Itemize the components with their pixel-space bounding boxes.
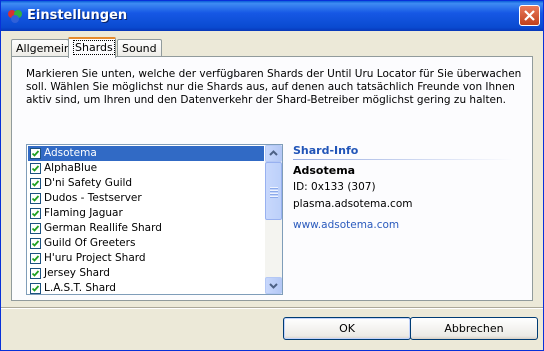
shard-checkbox[interactable] xyxy=(30,163,41,174)
list-scrollbar[interactable] xyxy=(265,145,282,294)
shard-info-heading: Shard-Info xyxy=(293,144,359,157)
cancel-button[interactable]: Abbrechen xyxy=(410,317,538,340)
checkmark-icon xyxy=(31,225,40,232)
shard-checkbox[interactable] xyxy=(30,253,41,264)
checkmark-icon xyxy=(31,285,40,292)
window-title: Einstellungen xyxy=(27,8,128,23)
shard-checkbox[interactable] xyxy=(30,178,41,189)
shard-info-url-link[interactable]: www.adsotema.com xyxy=(293,219,399,231)
checkmark-icon xyxy=(31,270,40,277)
shard-item-guild-of-greeters[interactable]: Guild Of Greeters xyxy=(28,236,264,251)
checkmark-icon xyxy=(31,240,40,247)
scroll-thumb[interactable] xyxy=(265,162,282,220)
checkmark-icon xyxy=(31,210,40,217)
shard-item-jersey-shard[interactable]: Jersey Shard xyxy=(28,266,264,281)
shard-info-name: Adsotema xyxy=(293,164,356,177)
shard-item-german-reallife-shard[interactable]: German Reallife Shard xyxy=(28,221,264,236)
title-bar[interactable]: Einstellungen xyxy=(1,1,543,31)
shard-item-alphablue[interactable]: AlphaBlue xyxy=(28,161,264,176)
shard-checkbox[interactable] xyxy=(30,268,41,279)
settings-window: Einstellungen Allgemein Shards Sound Mar… xyxy=(0,0,544,351)
shard-info-host: plasma.adsotema.com xyxy=(293,198,413,210)
shard-list[interactable]: Adsotema AlphaBlue D'ni Safety Guild Dud… xyxy=(26,144,283,295)
scroll-down-button[interactable] xyxy=(265,277,282,294)
tab-sound[interactable]: Sound xyxy=(117,39,162,57)
shard-info-divider xyxy=(293,159,513,160)
shard-item-adsotema[interactable]: Adsotema xyxy=(28,146,264,161)
shard-checkbox[interactable] xyxy=(30,223,41,234)
close-button[interactable] xyxy=(519,5,540,26)
button-separator xyxy=(1,307,543,309)
shard-checkbox[interactable] xyxy=(30,208,41,219)
shard-checkbox[interactable] xyxy=(30,148,41,159)
close-icon xyxy=(524,10,535,21)
checkmark-icon xyxy=(31,180,40,187)
checkmark-icon xyxy=(31,150,40,157)
shard-info-id: ID: 0x133 (307) xyxy=(293,181,376,193)
shard-item-huru-project-shard[interactable]: H'uru Project Shard xyxy=(28,251,264,266)
shard-item-dni-safety-guild[interactable]: D'ni Safety Guild xyxy=(28,176,264,191)
ok-button[interactable]: OK xyxy=(283,317,411,340)
scroll-up-button[interactable] xyxy=(265,145,282,162)
chevron-up-icon xyxy=(269,150,278,156)
shard-item-flaming-jaguar[interactable]: Flaming Jaguar xyxy=(28,206,264,221)
shard-checkbox[interactable] xyxy=(30,193,41,204)
description-text: Markieren Sie unten, welche der verfügba… xyxy=(26,68,522,106)
chevron-down-icon xyxy=(269,283,278,289)
shard-checkbox[interactable] xyxy=(30,238,41,249)
shard-item-last-shard[interactable]: L.A.S.T. Shard xyxy=(28,281,264,294)
shard-item-dudos-testserver[interactable]: Dudos - Testserver xyxy=(28,191,264,206)
checkmark-icon xyxy=(31,255,40,262)
shard-checkbox[interactable] xyxy=(30,283,41,294)
checkmark-icon xyxy=(31,165,40,172)
tab-allgemein[interactable]: Allgemein xyxy=(11,39,71,57)
tab-shards[interactable]: Shards xyxy=(68,37,116,58)
checkmark-icon xyxy=(31,195,40,202)
app-icon xyxy=(8,10,22,23)
shards-panel: Markieren Sie unten, welche der verfügba… xyxy=(11,56,533,301)
